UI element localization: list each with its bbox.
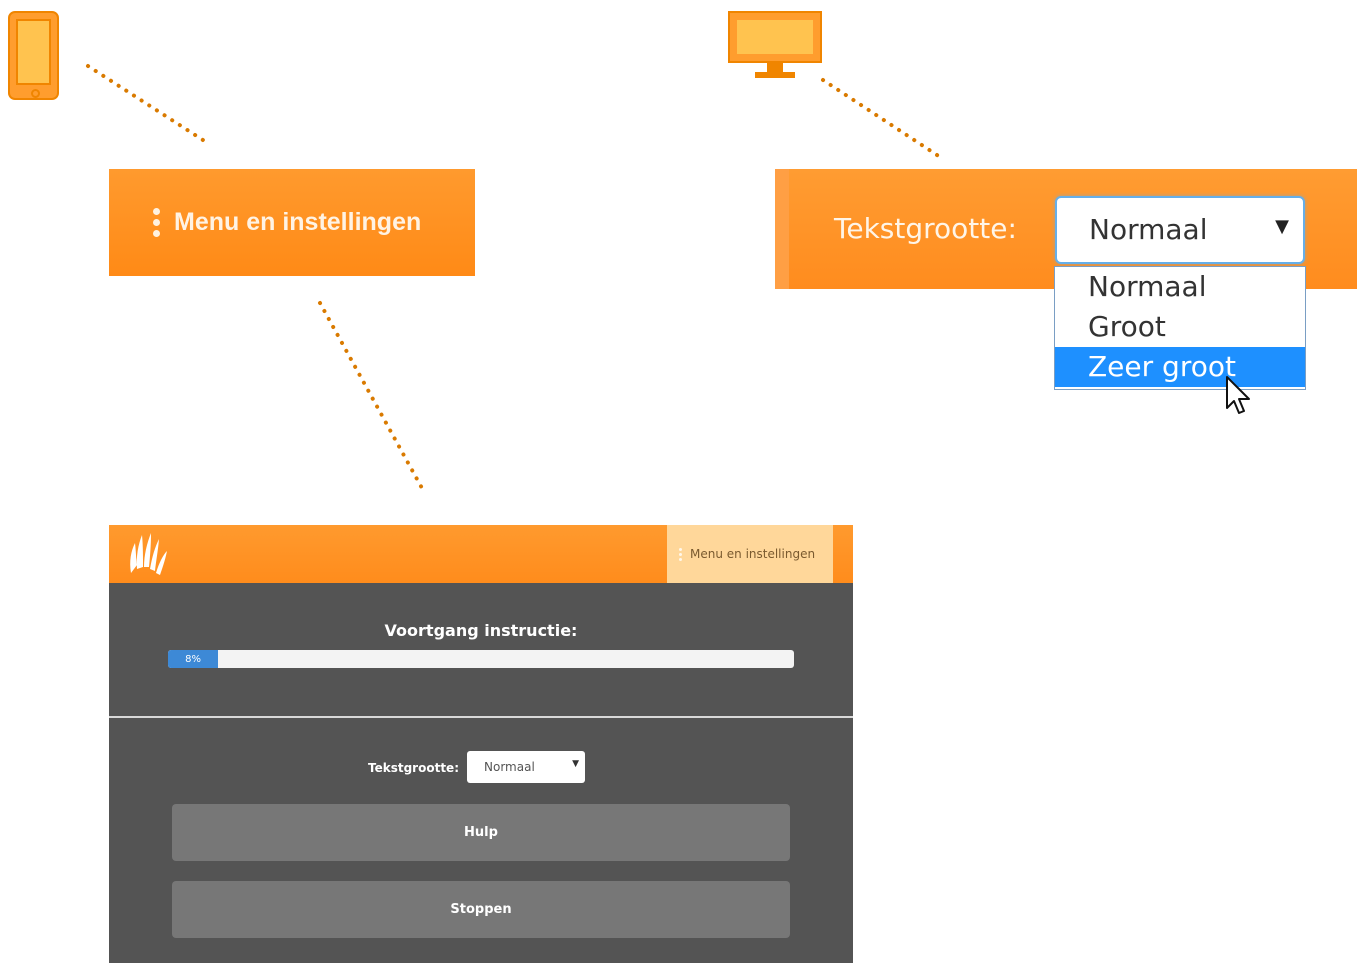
mobile-menu-button[interactable]: Menu en instellingen — [109, 169, 475, 276]
monitor-connector — [821, 78, 942, 159]
desktop-text-size-label: Tekstgrootte: — [834, 212, 1017, 245]
stop-button[interactable]: Stoppen — [172, 881, 790, 938]
desktop-options-list: Normaal Groot Zeer groot — [1054, 266, 1306, 390]
help-button[interactable]: Hulp — [172, 804, 790, 861]
mouse-pointer-icon — [1226, 376, 1250, 414]
vertical-dots-icon — [679, 547, 682, 561]
hands-logo-icon — [130, 533, 167, 575]
menu-connector — [318, 301, 425, 492]
app-header: Menu en instellingen — [109, 525, 853, 583]
progress-fill: 8% — [168, 650, 219, 668]
phone-icon — [8, 11, 59, 100]
vertical-dots-icon — [153, 208, 160, 237]
caret-down-icon: ▼ — [1275, 216, 1289, 237]
desktop-select-value: Normaal — [1089, 213, 1208, 246]
mobile-menu-label: Menu en instellingen — [174, 208, 422, 236]
option-zeer-groot[interactable]: Zeer groot — [1055, 347, 1305, 387]
caret-down-icon: ▼ — [572, 759, 579, 769]
app-text-size-select[interactable]: Normaal ▼ — [467, 751, 585, 783]
phone-connector — [86, 64, 208, 144]
app-menu-label: Menu en instellingen — [690, 547, 816, 561]
desktop-text-size-select[interactable]: Normaal ▼ — [1055, 196, 1305, 264]
option-normaal[interactable]: Normaal — [1055, 267, 1305, 307]
progress-title: Voortgang instructie: — [384, 621, 578, 640]
app-select-value: Normaal — [484, 760, 535, 774]
app-menu-button[interactable]: Menu en instellingen — [667, 525, 833, 583]
progress-bar: 8% — [168, 650, 794, 668]
app-text-size-label: Tekstgrootte: — [368, 761, 459, 775]
option-groot[interactable]: Groot — [1055, 307, 1305, 347]
app-screenshot: Menu en instellingen Voortgang instructi… — [109, 525, 853, 963]
section-divider — [109, 716, 853, 718]
monitor-icon — [728, 11, 822, 78]
